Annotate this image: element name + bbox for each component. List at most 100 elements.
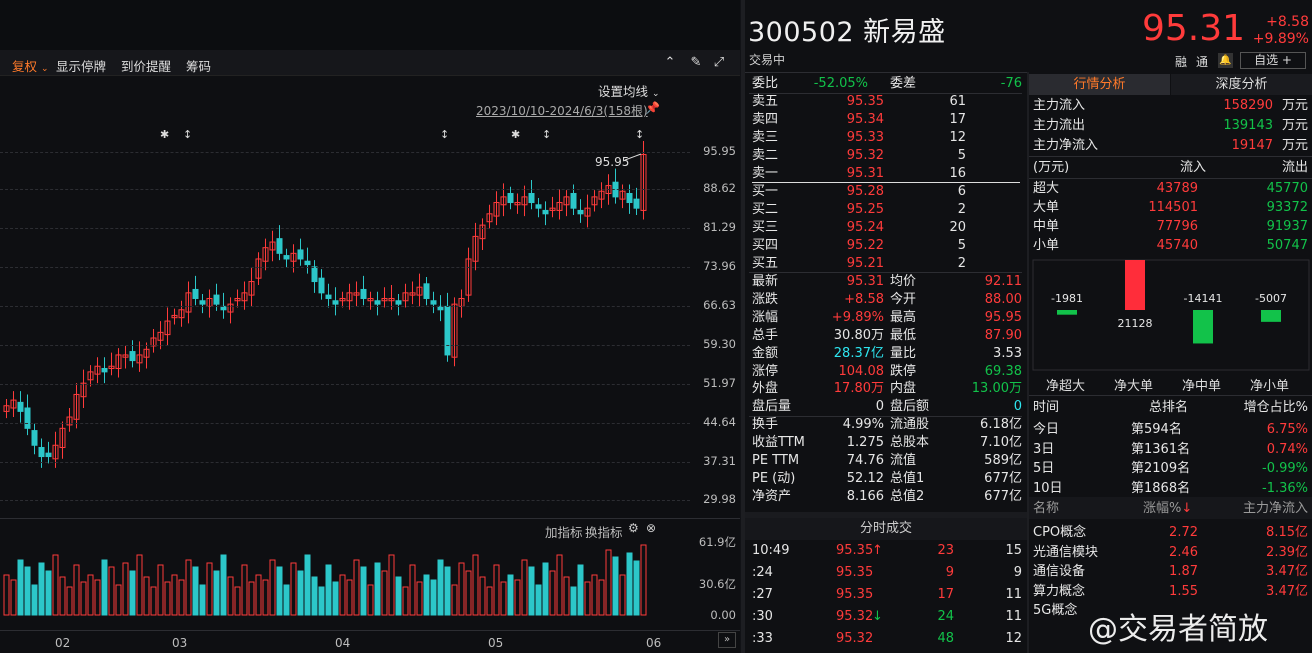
show-halt-button[interactable]: 显示停牌 — [56, 56, 106, 75]
bell-icon[interactable]: 🔔 — [1218, 53, 1233, 68]
bid-label: 买一 — [752, 184, 779, 199]
stock-name: 新易盛 — [863, 17, 946, 48]
last-price: 95.31 — [1142, 8, 1246, 49]
tick-time: :24 — [752, 565, 773, 580]
bid-row[interactable]: 买三 95.24 20 — [752, 219, 1022, 237]
volume-bar — [409, 564, 416, 616]
tick-count: 11 — [1005, 587, 1022, 602]
quote-label: 换手 — [752, 417, 779, 433]
ticks-title[interactable]: 分时成交 — [745, 518, 1027, 540]
gear-icon[interactable]: ⚙ — [628, 521, 639, 535]
tab-depth-analysis[interactable]: 深度分析 — [1171, 74, 1312, 95]
splitter[interactable] — [741, 0, 745, 653]
event-marker-icon[interactable]: ↕ — [440, 128, 449, 141]
volume-bar — [605, 549, 612, 616]
volume-bar — [500, 581, 507, 616]
concept-row[interactable]: CPO概念 2.72 8.15亿 — [1033, 524, 1308, 542]
volume-bar — [437, 559, 444, 616]
event-marker-icon[interactable]: ✱ — [511, 128, 520, 141]
grid-line — [0, 423, 690, 424]
chips-button[interactable]: 筹码 — [186, 56, 211, 75]
volume-bar — [472, 554, 479, 616]
top-blank — [0, 0, 740, 50]
rank-value: 第2109名 — [1131, 461, 1191, 476]
candle-body — [528, 192, 535, 204]
grid-line — [0, 384, 690, 385]
outflow-value: 45770 — [1266, 181, 1308, 196]
pct-header[interactable]: 涨幅%↓ — [1143, 500, 1192, 518]
quote-value: 95.31 — [846, 274, 884, 289]
main-flow-row: 主力流出 139143 万元 — [1033, 117, 1308, 135]
event-marker-icon[interactable]: ↕ — [542, 128, 551, 141]
quote-value: 7.10亿 — [980, 435, 1022, 451]
connect-badge[interactable]: 通 — [1196, 53, 1208, 70]
tick-volume: 23 — [937, 543, 954, 558]
volume-bar — [115, 584, 122, 616]
concept-row[interactable]: 光通信模块 2.46 2.39亿 — [1033, 544, 1308, 562]
price-tick-label: 51.97 — [703, 376, 736, 390]
flow-header[interactable]: 主力净流入 — [1243, 500, 1308, 518]
ask-row[interactable]: 卖一 95.31 16 — [752, 165, 1022, 183]
net-flow-label: 净中单 — [1182, 379, 1222, 394]
quote-row: PE (动) 52.12 总值1 677亿 — [752, 470, 1022, 488]
event-marker-icon[interactable]: ✱ — [160, 128, 169, 141]
date-tick-label: 03 — [172, 636, 188, 650]
price-alert-button[interactable]: 到价提醒 — [121, 56, 171, 75]
set-ma-button[interactable]: 设置均线 ⌄ — [598, 81, 660, 100]
volume-bar — [619, 574, 626, 616]
ratio-header: 增仓占比% — [1243, 400, 1308, 415]
grid-line — [0, 345, 690, 346]
bid-row[interactable]: 买四 95.22 5 — [752, 237, 1022, 255]
quote-label: 涨幅 — [752, 309, 779, 325]
event-marker-icon[interactable]: ↕ — [183, 128, 192, 141]
ask-row[interactable]: 卖四 95.34 17 — [752, 111, 1022, 129]
ask-row[interactable]: 卖三 95.33 12 — [752, 129, 1022, 147]
name-header[interactable]: 名称 — [1033, 500, 1059, 518]
fq-label: 复权 — [12, 59, 38, 74]
candle-body — [360, 288, 367, 299]
ratio-value: -1.36% — [1262, 480, 1308, 496]
bid-row[interactable]: 买五 95.21 2 — [752, 255, 1022, 273]
ask-row[interactable]: 卖五 95.35 61 — [752, 93, 1022, 111]
margin-badge[interactable]: 融 — [1175, 53, 1187, 70]
net-flow-label: 净大单 — [1114, 379, 1154, 394]
volume-bar — [241, 564, 248, 616]
main-flow-row: 主力净流入 19147 万元 — [1033, 137, 1308, 155]
quote-label: 盘后量 — [752, 399, 792, 415]
bid-row[interactable]: 买二 95.25 2 — [752, 201, 1022, 219]
bid-volume: 6 — [957, 184, 966, 199]
date-range[interactable]: 2023/10/10-2024/6/3(158根) — [476, 102, 648, 119]
tick-volume: 17 — [937, 587, 954, 602]
quote-value: 4.99% — [842, 417, 884, 433]
quote-value: 69.38 — [984, 363, 1022, 379]
grid-line — [0, 267, 690, 268]
scroll-right-icon[interactable]: » — [718, 632, 736, 648]
circle-up-icon[interactable]: ⌃ — [662, 55, 678, 71]
concept-row[interactable]: 通信设备 1.87 3.47亿 — [1033, 563, 1308, 581]
ask-label: 卖五 — [752, 94, 779, 109]
pin-icon[interactable]: 📌 — [645, 101, 660, 115]
stock-code: 300502 — [748, 17, 855, 48]
concept-name: 5G概念 — [1033, 603, 1078, 619]
concept-row[interactable]: 算力概念 1.55 3.47亿 — [1033, 583, 1308, 601]
add-watchlist-button[interactable]: 自选 + — [1240, 52, 1306, 69]
event-marker-icon[interactable]: ↕ — [635, 128, 644, 141]
weibi-value: -52.05% — [813, 76, 868, 91]
grid-line — [0, 500, 690, 501]
quote-value: +8.58 — [844, 291, 884, 307]
date-tick-label: 02 — [55, 636, 71, 650]
date-tick-label: 06 — [646, 636, 662, 650]
fq-dropdown[interactable]: 复权 ⌄ — [12, 56, 49, 75]
quote-value: 104.08 — [838, 363, 885, 379]
tab-market-analysis[interactable]: 行情分析 — [1029, 74, 1170, 95]
tick-price: 95.32 — [836, 609, 874, 624]
tick-row: 10:49 95.35 ↑ 23 15 — [752, 542, 1022, 560]
concept-flow: 3.47亿 — [1266, 583, 1308, 599]
ask-row[interactable]: 卖二 95.32 5 — [752, 147, 1022, 165]
bid-row[interactable]: 买一 95.28 6 — [752, 183, 1022, 201]
concept-flow: 2.39亿 — [1266, 544, 1308, 560]
volume-bar — [521, 559, 528, 616]
quote-row: 收益TTM 1.275 总股本 7.10亿 — [752, 434, 1022, 452]
net-flow-bar — [1057, 310, 1077, 315]
close-icon[interactable]: ⊗ — [646, 521, 656, 535]
